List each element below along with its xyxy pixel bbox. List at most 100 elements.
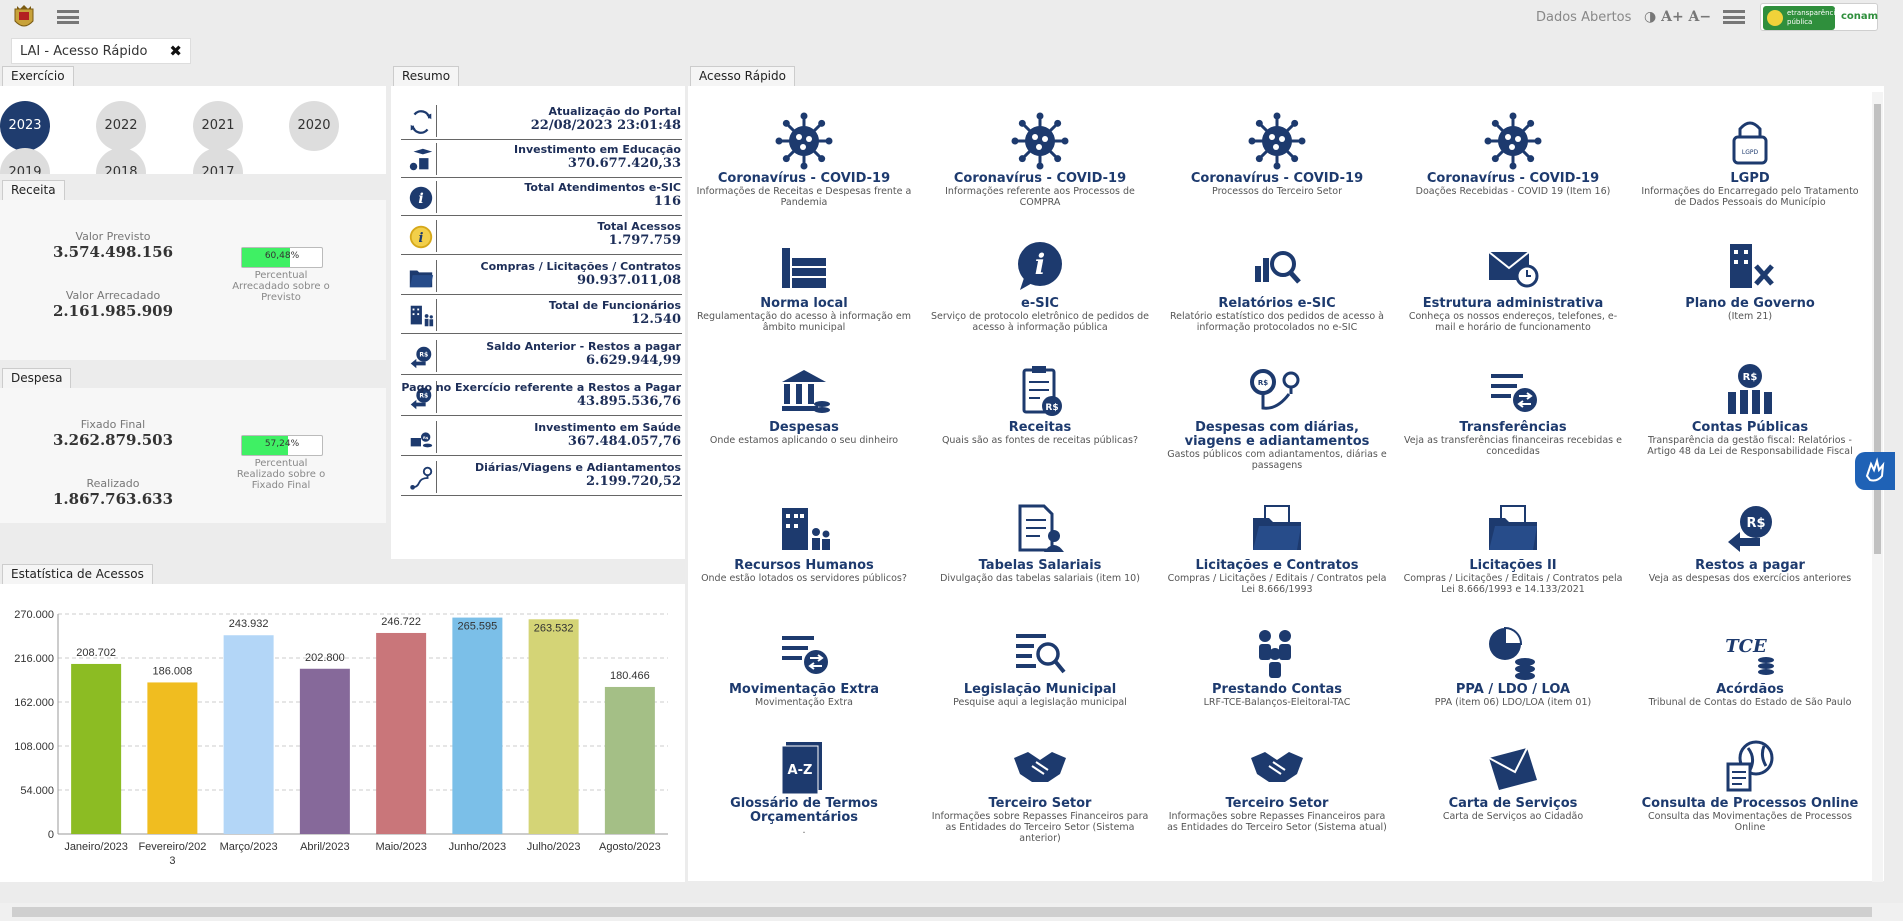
quick-access-item[interactable]: Terceiro Setor Informações sobre Repasse…	[1166, 736, 1388, 833]
info-bubble-icon: i	[1010, 236, 1070, 296]
quick-access-item[interactable]: Consulta de Processos Online Consulta da…	[1639, 736, 1861, 833]
tab-despesa[interactable]: Despesa	[2, 368, 72, 388]
bar[interactable]	[528, 619, 579, 834]
quick-access-item[interactable]: Licitações e Contratos Compras / Licitaç…	[1166, 498, 1388, 595]
resumo-row[interactable]: R$ Pago no Exercício referente a Restos …	[401, 378, 682, 416]
quick-access-item[interactable]: Carta de Serviços Carta de Serviços ao C…	[1402, 736, 1624, 822]
folder-icon	[403, 260, 437, 292]
quick-access-item[interactable]: Recursos Humanos Onde estão lotados os s…	[693, 498, 915, 584]
quick-access-item[interactable]: Norma local Regulamentação do acesso à i…	[693, 236, 915, 333]
resumo-row[interactable]: Total de Funcionários 12.540	[401, 296, 682, 334]
year-2023[interactable]: 2023	[0, 101, 50, 151]
quick-access-item[interactable]: i e-SIC Serviço de protocolo eletrônico …	[929, 236, 1151, 333]
quick-access-item[interactable]: A-Z Glossário de Termos Orçamentários .	[693, 736, 915, 836]
bar[interactable]	[376, 632, 427, 834]
tab-estatistica[interactable]: Estatística de Acessos	[2, 564, 153, 584]
dados-abertos-link[interactable]: Dados Abertos	[1536, 10, 1631, 25]
quick-access-item[interactable]: TCE Acórdãos Tribunal de Contas do Estad…	[1639, 622, 1861, 708]
quick-access-item[interactable]: R$ Despesas com diárias, viagens e adian…	[1166, 360, 1388, 471]
quick-access-item[interactable]: R$ Receitas Quais são as fontes de recei…	[929, 360, 1151, 446]
quick-access-item[interactable]: Plano de Governo (Item 21)	[1639, 236, 1861, 322]
etransparencia-logo-text: etransparência pública	[1763, 6, 1840, 30]
route-icon	[403, 461, 437, 493]
year-2020[interactable]: 2020	[289, 101, 339, 151]
quick-access-item[interactable]: Coronavírus - COVID-19 Processos do Terc…	[1166, 111, 1388, 197]
quick-access-item[interactable]: R$ Contas Públicas Transparência da gest…	[1639, 360, 1861, 457]
bar-value-label: 180.466	[610, 670, 650, 682]
resumo-row[interactable]: i Total Atendimentos e-SIC 116	[401, 178, 682, 216]
etransparencia-brand-logo[interactable]: etransparência pública conam	[1760, 3, 1878, 31]
quick-access-item[interactable]: Coronavírus - COVID-19 Informações refer…	[929, 111, 1151, 208]
year-2019[interactable]: 2019	[0, 148, 50, 174]
resumo-row-label: Saldo Anterior - Restos a pagar	[486, 340, 681, 353]
tab-receita[interactable]: Receita	[2, 180, 65, 200]
envelope-icon	[1483, 736, 1543, 796]
quick-access-item[interactable]: PPA / LDO / LOA PPA (item 06) LDO/LOA (i…	[1402, 622, 1624, 708]
quick-access-title: Acórdãos	[1716, 682, 1784, 697]
handshake-icon	[1010, 736, 1070, 796]
resumo-row[interactable]: Investimento em Educação 370.677.420,33	[401, 140, 682, 178]
quick-access-item[interactable]: R$ Restos a pagar Veja as despesas dos e…	[1639, 498, 1861, 584]
realizado-label: Realizado	[86, 477, 140, 490]
font-size-controls[interactable]: ◑ A+ A−	[1644, 9, 1711, 25]
quick-access-item[interactable]: Coronavírus - COVID-19 Informações de Re…	[693, 111, 915, 208]
resumo-row-label: Pago no Exercício referente a Restos a P…	[401, 381, 681, 394]
resumo-row[interactable]: Diárias/Viagens e Adiantamentos 2.199.72…	[401, 458, 682, 496]
svg-text:i: i	[1035, 248, 1046, 281]
resumo-row[interactable]: R$ Investimento em Saúde 367.484.057,76	[401, 418, 682, 456]
valor-previsto-label: Valor Previsto	[75, 230, 151, 243]
quick-access-item[interactable]: Coronavírus - COVID-19 Doações Recebidas…	[1402, 111, 1624, 197]
bar[interactable]	[452, 617, 503, 834]
hscroll-thumb[interactable]	[12, 907, 1872, 917]
year-2017[interactable]: 2017	[193, 148, 243, 174]
close-tab-icon[interactable]: ✖	[169, 42, 182, 60]
tab-resumo[interactable]: Resumo	[393, 66, 460, 86]
open-tab-lai[interactable]: LAI - Acesso Rápido ✖	[11, 38, 191, 64]
quick-access-item[interactable]: Licitações II Compras / Licitações / Edi…	[1402, 498, 1624, 595]
quick-access-desc: Tribunal de Contas do Estado de São Paul…	[1648, 697, 1852, 708]
quick-access-title: Coronavírus - COVID-19	[1426, 171, 1600, 186]
quick-access-item[interactable]: Tabelas Salariais Divulgação das tabelas…	[929, 498, 1151, 584]
accessibility-hand-button[interactable]	[1855, 452, 1895, 490]
bar[interactable]	[604, 686, 655, 834]
quick-access-item[interactable]: Legislação Municipal Pesquise aqui a leg…	[929, 622, 1151, 708]
year-2022[interactable]: 2022	[96, 101, 146, 151]
resumo-row[interactable]: Compras / Licitações / Contratos 90.937.…	[401, 257, 682, 295]
year-2018[interactable]: 2018	[96, 148, 146, 174]
quick-access-item[interactable]: Transferências Veja as transferências fi…	[1402, 360, 1624, 457]
quick-access-item[interactable]: Despesas Onde estamos aplicando o seu di…	[693, 360, 915, 446]
quick-access-item[interactable]: Relatórios e-SIC Relatório estatístico d…	[1166, 236, 1388, 333]
city-coat-of-arms-logo[interactable]	[9, 3, 39, 33]
exercicio-panel: 2023 2022 2021 2020 2019 2018 2017	[0, 86, 386, 174]
resumo-row[interactable]: R$ Saldo Anterior - Restos a pagar 6.629…	[401, 337, 682, 375]
bar[interactable]	[299, 668, 350, 834]
quick-access-title: Movimentação Extra	[728, 682, 879, 697]
resumo-row[interactable]: i Total Acessos 1.797.759	[401, 217, 682, 255]
menu-toggle-icon[interactable]	[57, 10, 79, 24]
quick-access-desc: Compras / Licitações / Editais / Contrat…	[1403, 573, 1623, 595]
horizontal-scrollbar[interactable]	[0, 903, 1903, 921]
quick-access-desc: PPA (item 06) LDO/LOA (item 01)	[1434, 697, 1592, 708]
realizado-value: 1.867.763.633	[52, 490, 174, 508]
bar[interactable]	[223, 635, 274, 834]
bar[interactable]	[71, 663, 122, 834]
quick-access-desc: Consulta das Movimentações de Processos …	[1648, 811, 1852, 833]
tab-acesso-rapido[interactable]: Acesso Rápido	[690, 66, 795, 86]
health-money-icon: R$	[403, 421, 437, 453]
quick-access-item[interactable]: LGPD LGPD Informações do Encarregado pel…	[1639, 111, 1861, 208]
tab-exercicio[interactable]: Exercício	[2, 66, 74, 86]
quick-access-item[interactable]: Terceiro Setor Informações sobre Repasse…	[929, 736, 1151, 844]
fixado-final-value: 3.262.879.503	[52, 431, 174, 449]
quick-access-item[interactable]: Movimentação Extra Movimentação Extra	[693, 622, 915, 708]
x-tick-label: Fevereiro/202 3	[138, 841, 206, 867]
money-bars-icon: R$	[1720, 360, 1780, 420]
receita-panel: Valor Previsto 3.574.498.156 Valor Arrec…	[0, 200, 386, 360]
quick-access-item[interactable]: Estrutura administrativa Conheça os noss…	[1402, 236, 1624, 333]
quick-access-item[interactable]: Prestando Contas LRF-TCE-Balanços-Eleito…	[1166, 622, 1388, 708]
bar[interactable]	[147, 682, 198, 834]
quick-access-title: Restos a pagar	[1695, 558, 1805, 573]
quick-access-title: Terceiro Setor	[1225, 796, 1329, 811]
resumo-row[interactable]: Atualização do Portal 22/08/2023 23:01:4…	[401, 102, 682, 140]
year-2021[interactable]: 2021	[193, 101, 243, 151]
hamburger-menu-icon[interactable]	[1723, 10, 1745, 24]
